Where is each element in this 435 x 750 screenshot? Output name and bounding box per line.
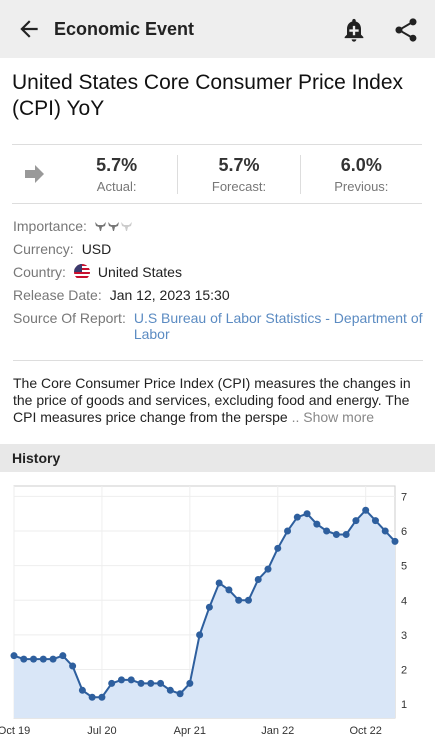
data-point (225, 586, 233, 594)
alert-button[interactable] (340, 16, 368, 44)
data-point (332, 530, 340, 538)
data-point (274, 544, 282, 552)
data-point (59, 652, 67, 660)
source-row: Source Of Report: U.S Bureau of Labor St… (13, 310, 423, 342)
forecast-stat: 5.7% Forecast: (177, 154, 299, 194)
data-point (235, 596, 243, 604)
bull-icon (94, 221, 106, 231)
divider (13, 360, 423, 361)
x-tick-label: Jul 20 (87, 725, 116, 737)
data-point (284, 527, 292, 535)
previous-stat: 6.0% Previous: (299, 154, 422, 194)
app-bar: Economic Event (0, 0, 435, 58)
actual-label: Actual: (96, 178, 137, 194)
data-point (166, 686, 174, 694)
release-row: Release Date: Jan 12, 2023 15:30 (13, 287, 423, 303)
data-point (78, 686, 86, 694)
data-point (30, 655, 38, 663)
data-point (342, 530, 350, 538)
data-point (117, 676, 125, 684)
data-point (20, 655, 28, 663)
data-point (127, 676, 135, 684)
history-label: History (12, 450, 61, 466)
data-point (147, 679, 155, 687)
currency-label: Currency: (13, 241, 74, 257)
source-label: Source Of Report: (13, 310, 126, 326)
data-point (196, 631, 204, 639)
x-tick-label: Oct 22 (349, 725, 381, 737)
data-point (303, 510, 311, 518)
description-ellipsis: .. (287, 409, 304, 425)
y-tick-label: 1 (401, 699, 407, 711)
data-point (10, 652, 18, 660)
data-point (49, 655, 57, 663)
data-point (371, 517, 379, 525)
data-point (108, 679, 116, 687)
app-bar-title: Economic Event (54, 18, 195, 39)
y-tick-label: 6 (401, 526, 407, 538)
show-more-link[interactable]: Show more (303, 409, 374, 425)
data-point (157, 679, 165, 687)
forecast-value: 5.7% (218, 154, 260, 175)
data-point (176, 690, 184, 698)
y-tick-label: 3 (401, 630, 407, 642)
back-button[interactable] (0, 0, 58, 58)
data-point (98, 693, 106, 701)
country-value: United States (97, 264, 182, 280)
bull-icon (107, 221, 119, 231)
data-point (313, 520, 321, 528)
data-point (391, 537, 399, 545)
y-tick-label: 5 (401, 561, 407, 573)
share-button[interactable] (392, 16, 420, 44)
data-point (205, 603, 213, 611)
importance-bull-icons (94, 218, 132, 234)
currency-row: Currency: USD (13, 241, 423, 257)
release-date: Jan 12, 2023 15:30 (109, 287, 230, 303)
event-title: United States Core Consumer Price Index … (12, 71, 404, 120)
us-flag-icon (73, 264, 90, 280)
bell-plus-icon (344, 18, 364, 42)
data-point (323, 527, 331, 535)
arrow-right-icon (12, 164, 56, 184)
actual-value: 5.7% (96, 154, 138, 175)
source-link[interactable]: U.S Bureau of Labor Statistics - Departm… (134, 310, 423, 342)
x-tick-label: Apr 21 (174, 725, 206, 737)
actual-stat: 5.7% Actual: (56, 155, 177, 194)
previous-value: 6.0% (340, 154, 382, 175)
release-label: Release Date: (13, 287, 102, 303)
data-point (244, 596, 252, 604)
data-point (264, 565, 272, 573)
currency-value: USD (81, 241, 112, 257)
importance-label: Importance: (13, 218, 87, 234)
event-description: The Core Consumer Price Index (CPI) meas… (13, 375, 425, 426)
data-point (137, 679, 145, 687)
data-point (186, 679, 194, 687)
previous-label: Previous: (334, 178, 389, 194)
y-tick-label: 7 (401, 491, 407, 503)
y-tick-label: 4 (401, 595, 407, 607)
data-point (69, 662, 77, 670)
share-icon (395, 18, 417, 42)
data-point (215, 579, 223, 587)
data-point (39, 655, 47, 663)
history-header: History (0, 444, 435, 472)
history-chart[interactable]: 1 2 3 4 5 6 7 Oct 19 Jul 20 Apr 21 Jan 22 Oct 22 (0, 478, 435, 750)
data-point (293, 513, 301, 521)
data-point (88, 693, 96, 701)
data-point (254, 575, 262, 583)
data-point (381, 527, 389, 535)
x-tick-label: Jan 22 (261, 725, 294, 737)
bull-icon (120, 221, 132, 231)
event-stats: 5.7% Actual: 5.7% Forecast: 6.0% Previou… (12, 144, 422, 204)
data-point (352, 517, 360, 525)
forecast-label: Forecast: (211, 178, 267, 194)
country-row: Country: United States (13, 264, 423, 280)
y-tick-label: 2 (401, 665, 407, 677)
data-point (362, 506, 370, 514)
country-label: Country: (13, 264, 66, 280)
x-tick-label: Oct 19 (0, 725, 30, 737)
event-details: Importance: Currency: USD Country: Unite… (13, 218, 423, 349)
importance-row: Importance: (13, 218, 423, 234)
arrow-left-icon (20, 20, 38, 38)
